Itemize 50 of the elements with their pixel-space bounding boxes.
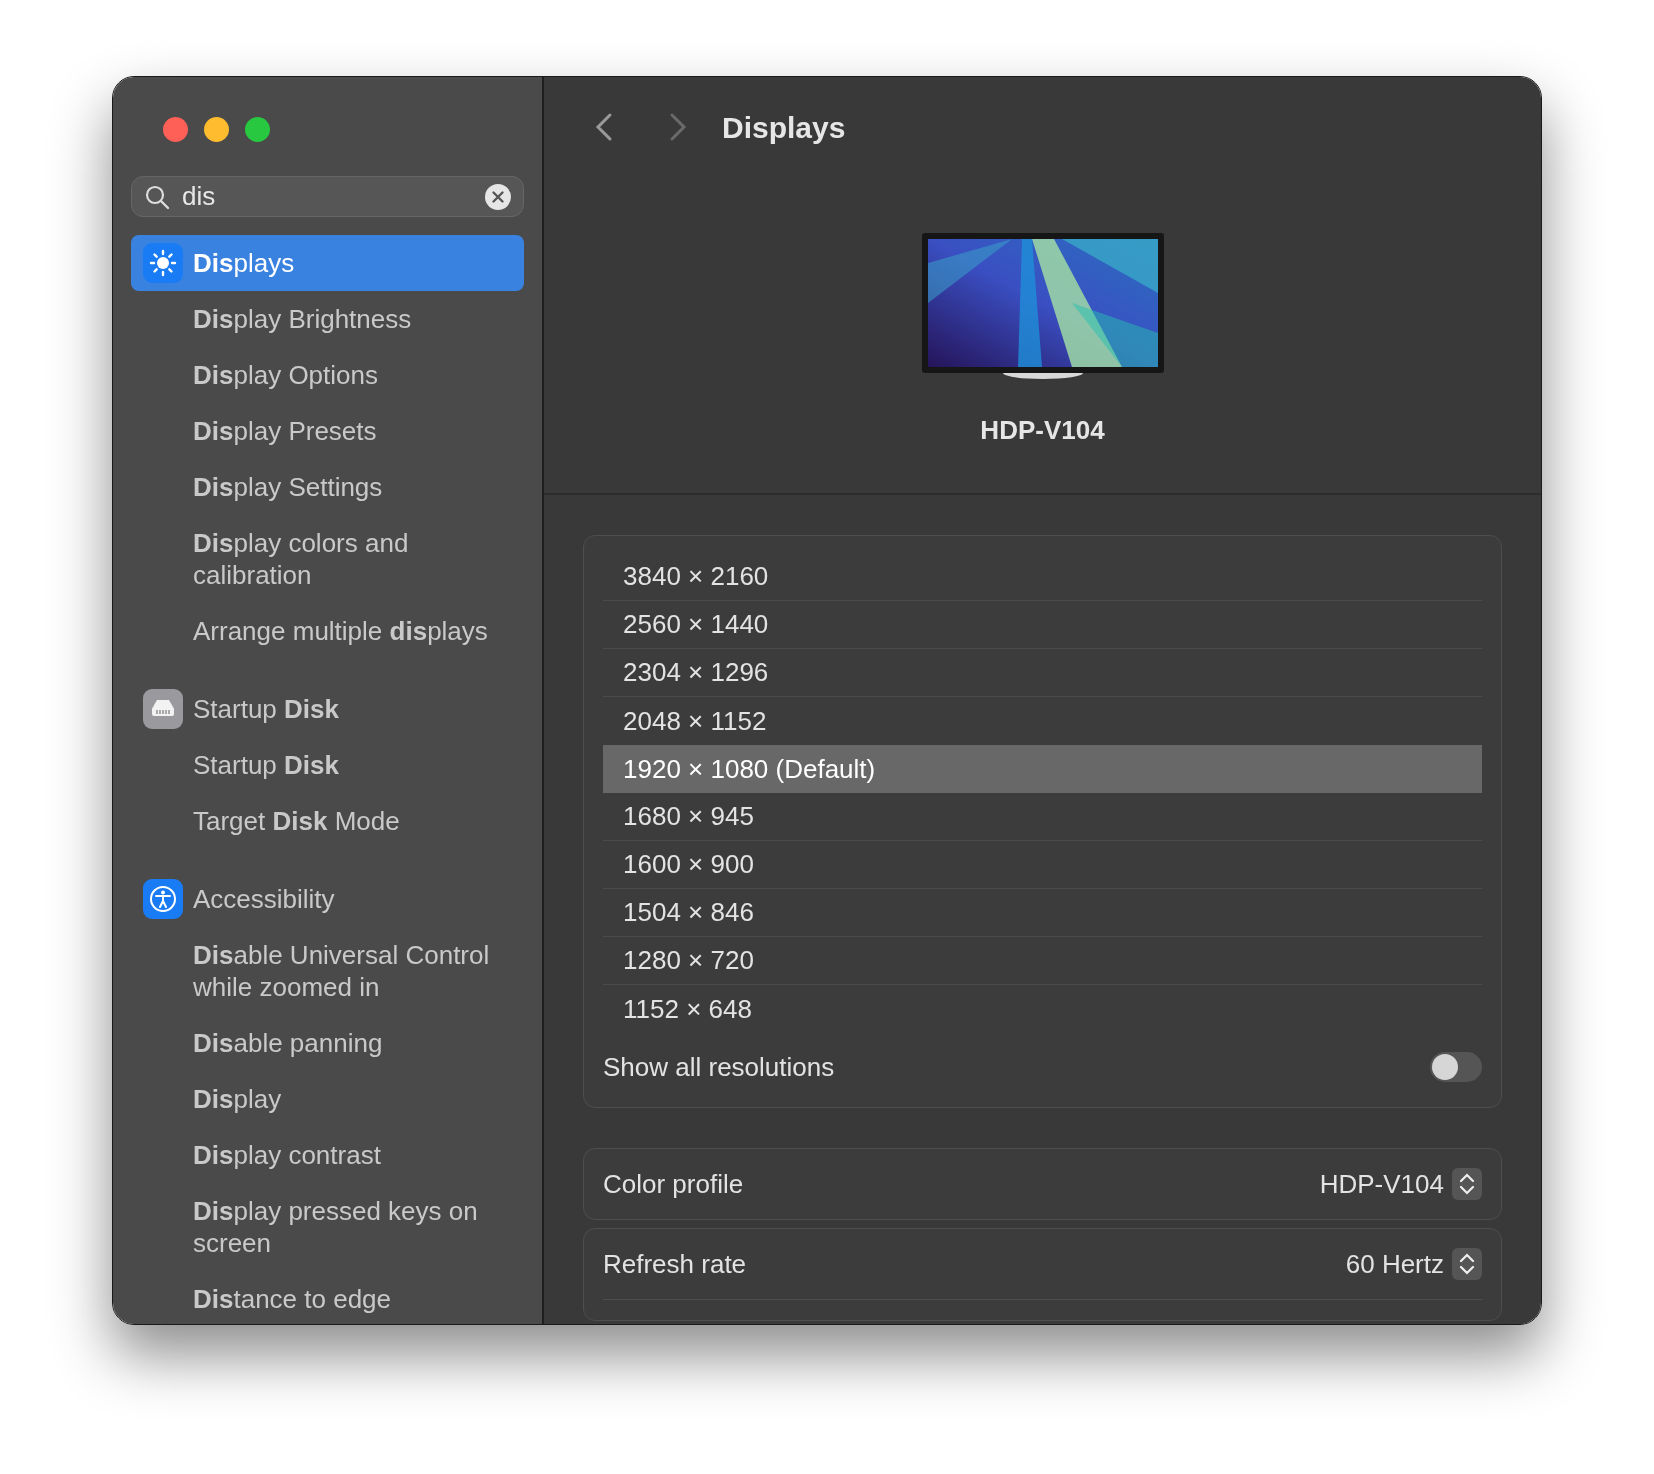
sidebar-subitem[interactable]: Disable panning — [131, 1015, 524, 1071]
sidebar-subitem[interactable]: Display pressed keys on screen — [131, 1183, 524, 1271]
resolution-option[interactable]: 1152 × 648 — [603, 985, 1482, 1033]
setting-label: Refresh rate — [603, 1247, 747, 1281]
sidebar-item-label: Displays — [193, 246, 295, 280]
window-title: Displays — [722, 109, 846, 146]
search-icon — [144, 183, 170, 210]
sidebar-subitem[interactable]: Target Disk Mode — [131, 793, 524, 849]
accessibility-icon — [143, 879, 183, 919]
drive-icon — [143, 689, 183, 729]
stepper-icon — [1452, 1248, 1482, 1280]
minimize-button[interactable] — [204, 117, 229, 142]
zoom-button[interactable] — [245, 117, 270, 142]
resolution-option[interactable]: 2048 × 1152 — [603, 697, 1482, 745]
sidebar-subitem[interactable]: Startup Disk — [131, 737, 524, 793]
resolution-option[interactable]: 1680 × 945 — [603, 793, 1482, 841]
sidebar-subitem[interactable]: Distance to edge — [131, 1271, 524, 1324]
resolution-option[interactable]: 1280 × 720 — [603, 937, 1482, 985]
sidebar-subitem[interactable]: Display contrast — [131, 1127, 524, 1183]
sidebar-item[interactable]: Accessibility — [131, 871, 524, 927]
setting-label: Color profile — [603, 1167, 744, 1201]
sidebar-item[interactable]: Displays — [131, 235, 524, 291]
sidebar-item[interactable]: Startup Disk — [131, 681, 524, 737]
setting-label: Show all resolutions — [603, 1050, 835, 1084]
resolution-option[interactable]: 1920 × 1080 (Default) — [603, 745, 1482, 793]
sidebar-subitem[interactable]: Arrange multiple displays — [131, 603, 524, 659]
display-name: HDP-V104 — [980, 414, 1105, 447]
resolution-option[interactable]: 1504 × 846 — [603, 889, 1482, 937]
sidebar-subitem[interactable]: Display Brightness — [131, 291, 524, 347]
clear-icon[interactable] — [485, 183, 511, 210]
search-input[interactable]: dis — [182, 177, 473, 216]
sidebar-item-label: Accessibility — [193, 882, 335, 916]
resolution-option[interactable]: 2304 × 1296 — [603, 649, 1482, 697]
sidebar-item-label: Startup Disk — [193, 692, 339, 726]
close-button[interactable] — [163, 117, 188, 142]
search-field[interactable]: dis — [131, 176, 524, 217]
resolution-option[interactable]: 1600 × 900 — [603, 841, 1482, 889]
resolution-option[interactable]: 2560 × 1440 — [603, 601, 1482, 649]
resolution-option[interactable]: 3840 × 2160 — [603, 553, 1482, 601]
popup-menu[interactable]: 60 Hertz — [1345, 1244, 1482, 1284]
sun-icon — [143, 243, 183, 283]
sidebar-subitem[interactable]: Display Settings — [131, 459, 524, 515]
toggle-switch[interactable] — [1430, 1052, 1482, 1082]
stepper-icon — [1452, 1168, 1482, 1200]
sidebar-subitem[interactable]: Display Presets — [131, 403, 524, 459]
sidebar-subitem[interactable]: Display — [131, 1071, 524, 1127]
sidebar-subitem[interactable]: Display Options — [131, 347, 524, 403]
popup-menu[interactable]: HDP-V104 — [1319, 1164, 1482, 1204]
sidebar-subitem[interactable]: Display colors and calibration — [131, 515, 524, 603]
sidebar-subitem[interactable]: Disable Universal Control while zoomed in — [131, 927, 524, 1015]
